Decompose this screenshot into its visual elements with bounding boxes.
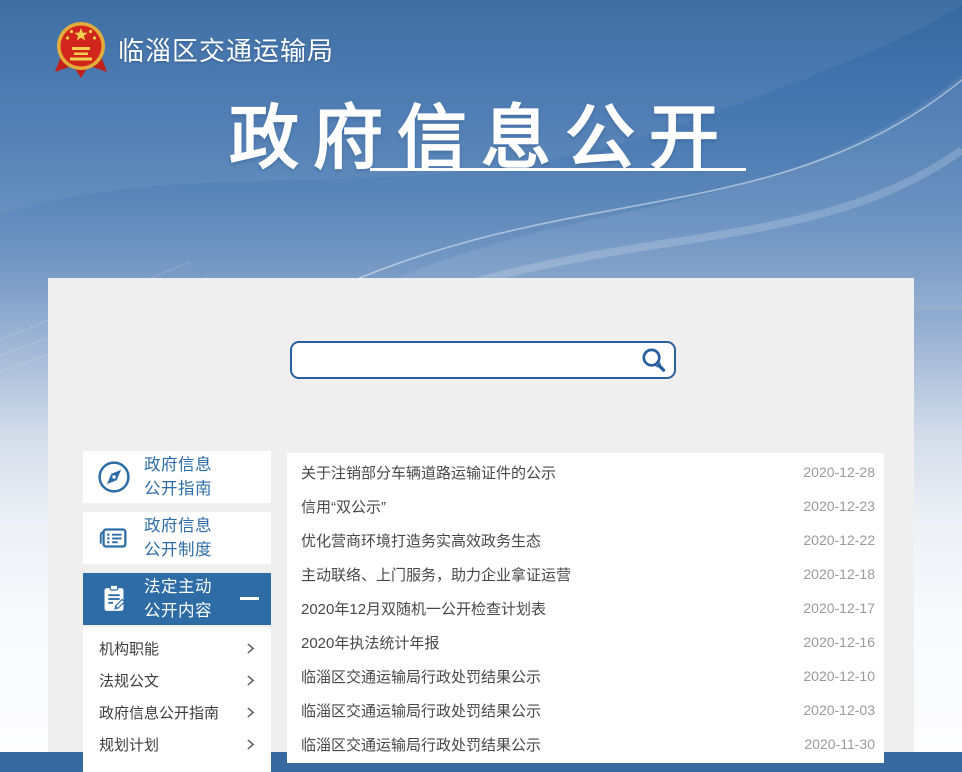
label-line2: 公开内容: [144, 602, 212, 620]
news-title[interactable]: 临淄区交通运输局行政处罚结果公示: [301, 700, 791, 721]
compass-icon: [96, 459, 132, 495]
search-icon: [639, 346, 668, 375]
label-line1: 法定主动: [144, 578, 212, 596]
news-row[interactable]: 关于注销部分车辆道路运输证件的公示 2020-12-28: [287, 455, 884, 489]
submenu-label: 政府信息公开指南: [99, 702, 246, 723]
news-date: 2020-12-03: [803, 702, 875, 718]
sidebar-item-system[interactable]: 政府信息 公开制度: [83, 512, 271, 564]
clipboard-pen-icon: [96, 581, 132, 617]
sidebar-item-guide[interactable]: 政府信息 公开指南: [83, 451, 271, 503]
news-date: 2020-12-10: [803, 668, 875, 684]
news-row[interactable]: 优化营商环境打造务实高效政务生态 2020-12-22: [287, 523, 884, 557]
sidebar-item-statutory-disclosure[interactable]: 法定主动 公开内容: [83, 573, 271, 625]
submenu-label: 规划计划: [99, 734, 246, 755]
book-icon: [96, 520, 132, 556]
news-row[interactable]: 临淄区交通运输局行政处罚结果公示 2020-12-10: [287, 659, 884, 693]
news-row[interactable]: 信用“双公示” 2020-12-23: [287, 489, 884, 523]
news-date: 2020-12-16: [803, 634, 875, 650]
news-row[interactable]: 临淄区交通运输局行政处罚结果公示 2020-11-30: [287, 727, 884, 761]
submenu-item-org-functions[interactable]: 机构职能: [83, 632, 271, 664]
sidebar-item-label: 政府信息 公开指南: [144, 453, 212, 501]
submenu-item-disclosure-guide[interactable]: 政府信息公开指南: [83, 696, 271, 728]
agency-name: 临淄区交通运输局: [118, 31, 334, 68]
news-date: 2020-12-17: [803, 600, 875, 616]
sidebar-submenu: 机构职能 法规公文 政府信息公开指南 规划计划: [83, 627, 271, 772]
news-title[interactable]: 2020年执法统计年报: [301, 632, 791, 653]
news-title[interactable]: 优化营商环境打造务实高效政务生态: [301, 530, 791, 551]
sidebar: 政府信息 公开指南 政府信息 公开制度: [83, 451, 271, 772]
chevron-right-icon: [246, 706, 255, 719]
submenu-label: 法规公文: [99, 670, 246, 691]
chevron-right-icon: [246, 674, 255, 687]
news-date: 2020-12-23: [803, 498, 875, 514]
news-date: 2020-12-28: [803, 464, 875, 480]
news-date: 2020-11-30: [804, 736, 875, 752]
submenu-label: 机构职能: [99, 638, 246, 659]
title-underline: [370, 168, 746, 171]
label-line1: 政府信息: [144, 456, 212, 474]
chevron-right-icon: [246, 738, 255, 751]
submenu-item-regulations[interactable]: 法规公文: [83, 664, 271, 696]
news-row[interactable]: 2020年执法统计年报 2020-12-16: [287, 625, 884, 659]
sidebar-item-label: 法定主动 公开内容: [144, 575, 212, 623]
search-bar: [290, 341, 676, 379]
collapse-minus-icon: [240, 597, 259, 600]
submenu-item-plans[interactable]: 规划计划: [83, 728, 271, 760]
news-row[interactable]: 2020年12月双随机一公开检查计划表 2020-12-17: [287, 591, 884, 625]
news-title[interactable]: 临淄区交通运输局行政处罚结果公示: [301, 734, 792, 755]
news-row[interactable]: 临淄区交通运输局行政处罚结果公示 2020-12-03: [287, 693, 884, 727]
brand: 临淄区交通运输局: [55, 20, 334, 78]
chevron-right-icon: [246, 642, 255, 655]
news-date: 2020-12-22: [803, 532, 875, 548]
news-title[interactable]: 信用“双公示”: [301, 496, 791, 517]
news-title[interactable]: 关于注销部分车辆道路运输证件的公示: [301, 462, 791, 483]
news-date: 2020-12-18: [803, 566, 875, 582]
label-line2: 公开制度: [144, 541, 212, 559]
national-emblem-icon: [55, 20, 107, 78]
label-line2: 公开指南: [144, 480, 212, 498]
news-row[interactable]: 主动联络、上门服务，助力企业拿证运营 2020-12-18: [287, 557, 884, 591]
news-title[interactable]: 临淄区交通运输局行政处罚结果公示: [301, 666, 791, 687]
sidebar-item-label: 政府信息 公开制度: [144, 514, 212, 562]
news-list: 关于注销部分车辆道路运输证件的公示 2020-12-28 信用“双公示” 202…: [287, 453, 884, 763]
search-button[interactable]: [632, 343, 674, 377]
news-title[interactable]: 2020年12月双随机一公开检查计划表: [301, 598, 791, 619]
content-panel: 政府信息 公开指南 政府信息 公开制度: [48, 278, 914, 752]
search-input[interactable]: [292, 343, 632, 377]
news-title[interactable]: 主动联络、上门服务，助力企业拿证运营: [301, 564, 791, 585]
label-line1: 政府信息: [144, 517, 212, 535]
